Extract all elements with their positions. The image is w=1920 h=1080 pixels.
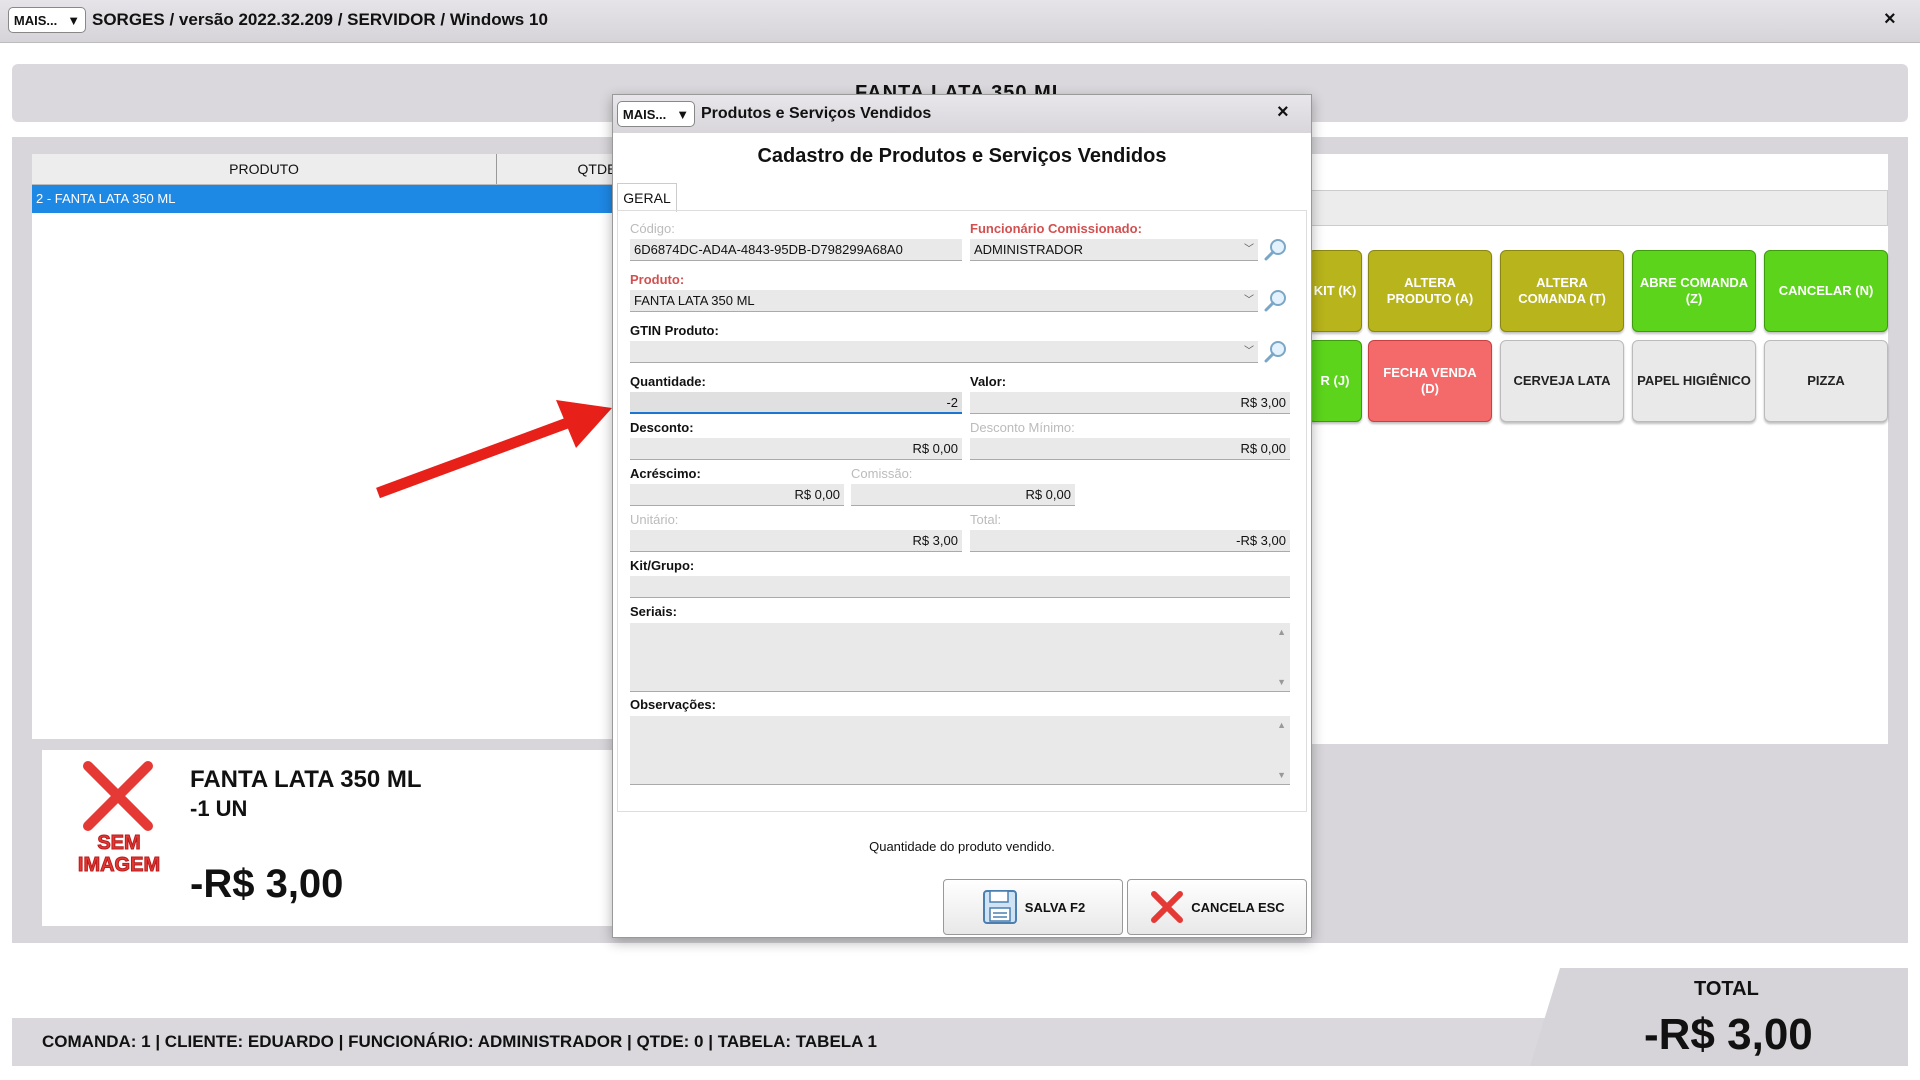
shortcut-search-field[interactable] bbox=[1308, 190, 1888, 226]
tile-kit[interactable]: KIT (K) bbox=[1308, 250, 1362, 332]
tile-papel-higienico[interactable]: PAPEL HIGIÊNICO bbox=[1632, 340, 1756, 422]
tile-fecha-venda[interactable]: FECHA VENDA (D) bbox=[1368, 340, 1492, 422]
funcionario-label: Funcionário Comissionado: bbox=[970, 221, 1142, 236]
tile-cancelar[interactable]: CANCELAR (N) bbox=[1764, 250, 1888, 332]
total-field: -R$ 3,00 bbox=[970, 530, 1290, 552]
kit-grupo-label: Kit/Grupo: bbox=[630, 558, 695, 573]
total-value: -R$ 3,00 bbox=[1644, 1010, 1813, 1059]
tile-abre-comanda[interactable]: ABRE COMANDA (Z) bbox=[1632, 250, 1756, 332]
scroll-down-icon[interactable]: ▼ bbox=[1277, 677, 1286, 687]
product-name: FANTA LATA 350 ML bbox=[190, 766, 422, 793]
field-hint: Quantidade do produto vendido. bbox=[869, 839, 1055, 854]
desconto-label: Desconto: bbox=[630, 420, 694, 435]
window-title: SORGES / versão 2022.32.209 / SERVIDOR /… bbox=[92, 10, 548, 29]
acrescimo-label: Acréscimo: bbox=[630, 466, 701, 481]
seriais-textarea[interactable]: ▲ ▼ bbox=[630, 623, 1290, 692]
mais-menu-button[interactable]: MAIS... ▼ bbox=[8, 7, 86, 33]
tile-j[interactable]: R (J) bbox=[1308, 340, 1362, 422]
save-button[interactable]: SALVA F2 bbox=[943, 879, 1123, 935]
funcionario-value: ADMINISTRADOR bbox=[974, 242, 1084, 257]
shortcuts-panel bbox=[1308, 154, 1888, 744]
produto-select[interactable]: FANTA LATA 350 ML ﹀ bbox=[630, 290, 1258, 312]
tile-altera-comanda[interactable]: ALTERA COMANDA (T) bbox=[1500, 250, 1624, 332]
chevron-down-icon: ﹀ bbox=[1244, 244, 1254, 255]
chevron-down-icon: ﹀ bbox=[1244, 346, 1254, 357]
valor-input[interactable]: R$ 3,00 bbox=[970, 392, 1290, 414]
no-image-label-line2: IMAGEM bbox=[77, 854, 161, 877]
scroll-down-icon[interactable]: ▼ bbox=[1277, 770, 1286, 780]
floppy-disk-icon bbox=[982, 890, 1017, 924]
unitario-label: Unitário: bbox=[630, 512, 679, 527]
tab-geral[interactable]: GERAL bbox=[617, 183, 677, 212]
cancel-button[interactable]: CANCELA ESC bbox=[1127, 879, 1307, 935]
unitario-field: R$ 3,00 bbox=[630, 530, 962, 552]
mais-menu-label: MAIS... bbox=[13, 12, 58, 28]
quantidade-label: Quantidade: bbox=[630, 374, 706, 389]
tile-pizza[interactable]: PIZZA bbox=[1764, 340, 1888, 422]
codigo-label: Código: bbox=[630, 221, 675, 236]
funcionario-select[interactable]: ADMINISTRADOR ﹀ bbox=[970, 239, 1258, 261]
search-icon[interactable] bbox=[1263, 339, 1289, 365]
caret-down-icon: ▼ bbox=[676, 106, 690, 122]
no-image-x-icon bbox=[83, 761, 153, 831]
desconto-minimo-label: Desconto Mínimo: bbox=[970, 420, 1075, 435]
annotation-arrow-icon bbox=[376, 400, 612, 499]
chevron-down-icon: ﹀ bbox=[1244, 295, 1254, 306]
cancel-x-icon bbox=[1151, 891, 1184, 923]
kit-grupo-field[interactable] bbox=[630, 576, 1290, 598]
dialog-heading: Cadastro de Produtos e Serviços Vendidos bbox=[757, 145, 1167, 167]
product-dialog: MAIS... ▼ Produtos e Serviços Vendidos ×… bbox=[612, 94, 1312, 938]
status-text: COMANDA: 1 | CLIENTE: EDUARDO | FUNCIONÁ… bbox=[42, 1032, 878, 1051]
acrescimo-input[interactable]: R$ 0,00 bbox=[630, 484, 844, 506]
produto-value: FANTA LATA 350 ML bbox=[634, 293, 755, 308]
comissao-label: Comissão: bbox=[851, 466, 913, 481]
comissao-field: R$ 0,00 bbox=[851, 484, 1075, 506]
seriais-label: Seriais: bbox=[630, 604, 677, 619]
tile-cerveja-lata[interactable]: CERVEJA LATA bbox=[1500, 340, 1624, 422]
total-label: TOTAL bbox=[1694, 978, 1759, 1000]
tile-altera-produto[interactable]: ALTERA PRODUTO (A) bbox=[1368, 250, 1492, 332]
window-close-icon[interactable]: × bbox=[1884, 8, 1896, 31]
desconto-input[interactable]: R$ 0,00 bbox=[630, 438, 962, 460]
scroll-up-icon[interactable]: ▲ bbox=[1277, 720, 1286, 730]
dialog-mais-label: MAIS... bbox=[622, 106, 667, 122]
search-icon[interactable] bbox=[1263, 288, 1289, 314]
save-button-label: SALVA F2 bbox=[1024, 899, 1086, 915]
no-image-label: SEM IMAGEM bbox=[56, 832, 182, 877]
observacoes-label: Observações: bbox=[630, 697, 716, 712]
produto-label: Produto: bbox=[630, 272, 685, 287]
product-quantity: -1 UN bbox=[190, 796, 248, 821]
dialog-mais-menu-button[interactable]: MAIS... ▼ bbox=[617, 101, 695, 127]
codigo-field: 6D6874DC-AD4A-4843-95DB-D798299A68A0 bbox=[630, 239, 962, 261]
dialog-close-icon[interactable]: × bbox=[1277, 101, 1289, 124]
product-price: -R$ 3,00 bbox=[190, 862, 344, 906]
desconto-minimo-field: R$ 0,00 bbox=[970, 438, 1290, 460]
gtin-label: GTIN Produto: bbox=[630, 323, 719, 338]
valor-label: Valor: bbox=[970, 374, 1007, 389]
gtin-select[interactable]: ﹀ bbox=[630, 341, 1258, 363]
dialog-title: Produtos e Serviços Vendidos bbox=[701, 105, 932, 122]
no-image-label-line1: SEM bbox=[97, 832, 141, 855]
quantidade-input[interactable]: -2 bbox=[630, 392, 962, 414]
cancel-button-label: CANCELA ESC bbox=[1191, 899, 1285, 915]
observacoes-textarea[interactable]: ▲ ▼ bbox=[630, 716, 1290, 785]
scroll-up-icon[interactable]: ▲ bbox=[1277, 627, 1286, 637]
caret-down-icon: ▼ bbox=[67, 12, 81, 28]
grid-column-produto[interactable]: PRODUTO bbox=[32, 154, 497, 184]
search-icon[interactable] bbox=[1263, 237, 1289, 263]
total-field-label: Total: bbox=[970, 512, 1002, 527]
